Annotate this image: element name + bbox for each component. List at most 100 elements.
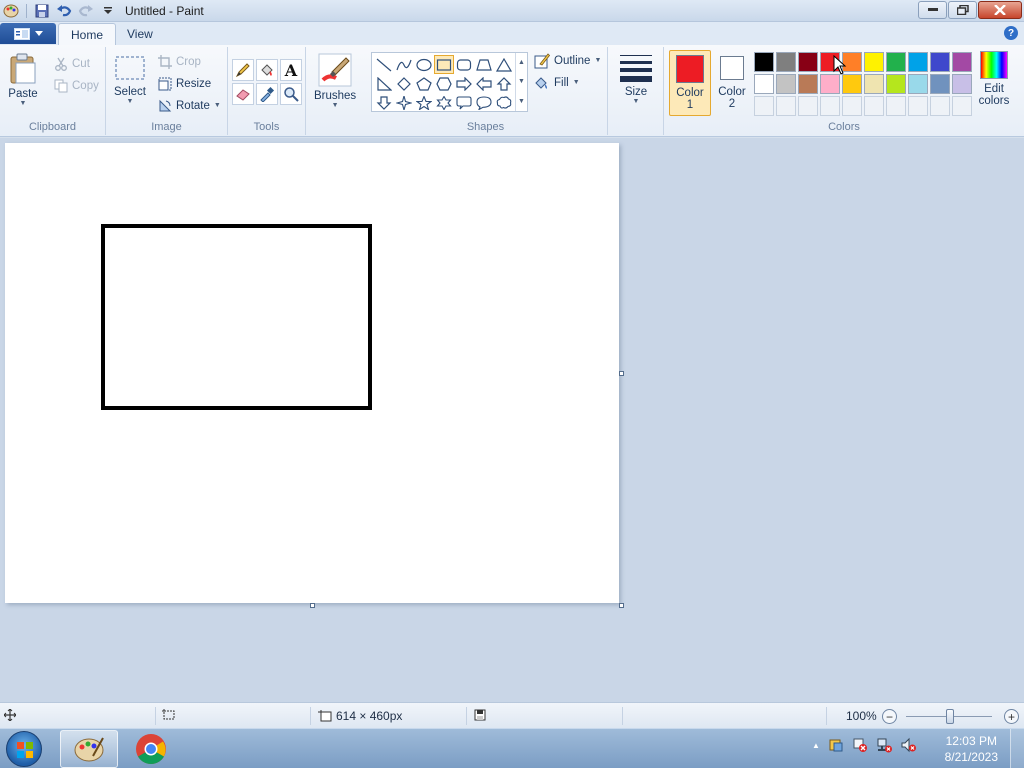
palette-swatch[interactable]	[864, 52, 884, 72]
show-hidden-icons[interactable]: ▲	[812, 741, 820, 750]
rectangle-shape-icon[interactable]	[434, 55, 454, 74]
rotate-button[interactable]: Rotate ▼	[158, 97, 221, 115]
paint-app-icon[interactable]	[2, 2, 20, 20]
network-icon[interactable]	[876, 737, 892, 753]
custom-color-slot[interactable]	[820, 96, 840, 116]
start-button[interactable]	[6, 731, 42, 767]
eraser-icon[interactable]	[232, 83, 254, 105]
magnifier-icon[interactable]	[280, 83, 302, 105]
palette-swatch[interactable]	[886, 74, 906, 94]
action-center-icon[interactable]	[828, 737, 844, 753]
customize-qat-icon[interactable]	[99, 2, 117, 20]
undo-icon[interactable]	[55, 2, 73, 20]
select-button[interactable]: Select ▼	[114, 55, 146, 106]
palette-swatch[interactable]	[864, 74, 884, 94]
fill-icon[interactable]	[256, 59, 278, 81]
down-arrow-shape-icon[interactable]	[374, 93, 394, 112]
custom-color-slot[interactable]	[886, 96, 906, 116]
custom-color-slot[interactable]	[952, 96, 972, 116]
custom-color-slot[interactable]	[754, 96, 774, 116]
zoom-out-button[interactable]: −	[882, 709, 897, 724]
right-triangle-shape-icon[interactable]	[374, 74, 394, 93]
oval-shape-icon[interactable]	[414, 55, 434, 74]
restore-button[interactable]	[948, 1, 977, 19]
resize-button[interactable]: Resize	[158, 75, 211, 93]
text-icon[interactable]: A	[280, 59, 302, 81]
zoom-in-button[interactable]: +	[1004, 709, 1019, 724]
custom-color-slot[interactable]	[798, 96, 818, 116]
chevron-down-icon[interactable]: ▼	[518, 78, 525, 85]
custom-color-slot[interactable]	[776, 96, 796, 116]
rounded-rectangle-shape-icon[interactable]	[454, 55, 474, 74]
taskbar-paint[interactable]	[60, 730, 118, 768]
pencil-icon[interactable]	[232, 59, 254, 81]
show-desktop-button[interactable]	[1010, 729, 1024, 768]
right-arrow-shape-icon[interactable]	[454, 74, 474, 93]
left-arrow-shape-icon[interactable]	[474, 74, 494, 93]
canvas-workspace[interactable]	[0, 138, 1024, 702]
diamond-shape-icon[interactable]	[394, 74, 414, 93]
palette-swatch[interactable]	[952, 52, 972, 72]
size-button[interactable]: Size ▼	[620, 53, 652, 106]
palette-swatch[interactable]	[908, 74, 928, 94]
fill-button[interactable]: Fill ▼	[534, 74, 580, 92]
volume-muted-icon[interactable]	[900, 737, 916, 753]
edit-colors-button[interactable]: Edit colors	[975, 51, 1013, 107]
palette-swatch[interactable]	[886, 52, 906, 72]
redo-icon[interactable]	[77, 2, 95, 20]
triangle-shape-icon[interactable]	[494, 55, 514, 74]
expand-gallery-icon[interactable]: ▼	[518, 98, 525, 105]
resize-handle-corner[interactable]	[619, 603, 624, 608]
six-point-star-shape-icon[interactable]	[434, 93, 454, 112]
taskbar-chrome[interactable]	[122, 730, 180, 768]
custom-color-slot[interactable]	[864, 96, 884, 116]
palette-swatch[interactable]	[908, 52, 928, 72]
custom-color-slot[interactable]	[930, 96, 950, 116]
palette-swatch[interactable]	[930, 74, 950, 94]
crop-button[interactable]: Crop	[158, 53, 201, 71]
up-arrow-shape-icon[interactable]	[494, 74, 514, 93]
copy-button[interactable]: Copy	[54, 77, 99, 95]
taskbar-clock[interactable]: 12:03 PM 8/21/2023	[945, 733, 998, 765]
palette-swatch[interactable]	[842, 74, 862, 94]
brushes-button[interactable]: Brushes ▼	[314, 53, 356, 110]
color-picker-icon[interactable]	[256, 83, 278, 105]
paint-menu-button[interactable]	[0, 23, 56, 44]
flag-error-icon[interactable]	[852, 737, 868, 753]
resize-handle-right[interactable]	[619, 371, 624, 376]
cloud-callout-shape-icon[interactable]	[494, 93, 514, 112]
minimize-button[interactable]	[918, 1, 947, 19]
palette-swatch[interactable]	[754, 74, 774, 94]
color1-button[interactable]: Color 1	[669, 50, 711, 116]
palette-swatch[interactable]	[798, 52, 818, 72]
palette-swatch[interactable]	[754, 52, 774, 72]
help-icon[interactable]: ?	[1004, 26, 1018, 40]
four-point-star-shape-icon[interactable]	[394, 93, 414, 112]
close-button[interactable]	[978, 1, 1022, 19]
polygon-shape-icon[interactable]	[474, 55, 494, 74]
outline-button[interactable]: Outline ▼	[534, 52, 601, 70]
hexagon-shape-icon[interactable]	[434, 74, 454, 93]
five-point-star-shape-icon[interactable]	[414, 93, 434, 112]
palette-swatch[interactable]	[952, 74, 972, 94]
palette-swatch[interactable]	[776, 74, 796, 94]
pentagon-shape-icon[interactable]	[414, 74, 434, 93]
shapes-scrollbar[interactable]: ▲ ▼ ▼	[515, 53, 527, 111]
palette-swatch[interactable]	[776, 52, 796, 72]
palette-swatch[interactable]	[930, 52, 950, 72]
drawn-rectangle[interactable]	[101, 224, 372, 410]
paste-button[interactable]: Paste ▼	[8, 53, 38, 108]
save-icon[interactable]	[33, 2, 51, 20]
chevron-up-icon[interactable]: ▲	[518, 59, 525, 66]
custom-color-slot[interactable]	[842, 96, 862, 116]
palette-swatch[interactable]	[820, 74, 840, 94]
tab-home[interactable]: Home	[58, 23, 117, 45]
custom-color-slot[interactable]	[908, 96, 928, 116]
palette-swatch[interactable]	[798, 74, 818, 94]
zoom-slider-thumb[interactable]	[946, 709, 954, 724]
curve-shape-icon[interactable]	[394, 55, 414, 74]
line-shape-icon[interactable]	[374, 55, 394, 74]
resize-handle-bottom[interactable]	[310, 603, 315, 608]
drawing-canvas[interactable]	[5, 143, 619, 603]
cut-button[interactable]: Cut	[54, 55, 90, 73]
